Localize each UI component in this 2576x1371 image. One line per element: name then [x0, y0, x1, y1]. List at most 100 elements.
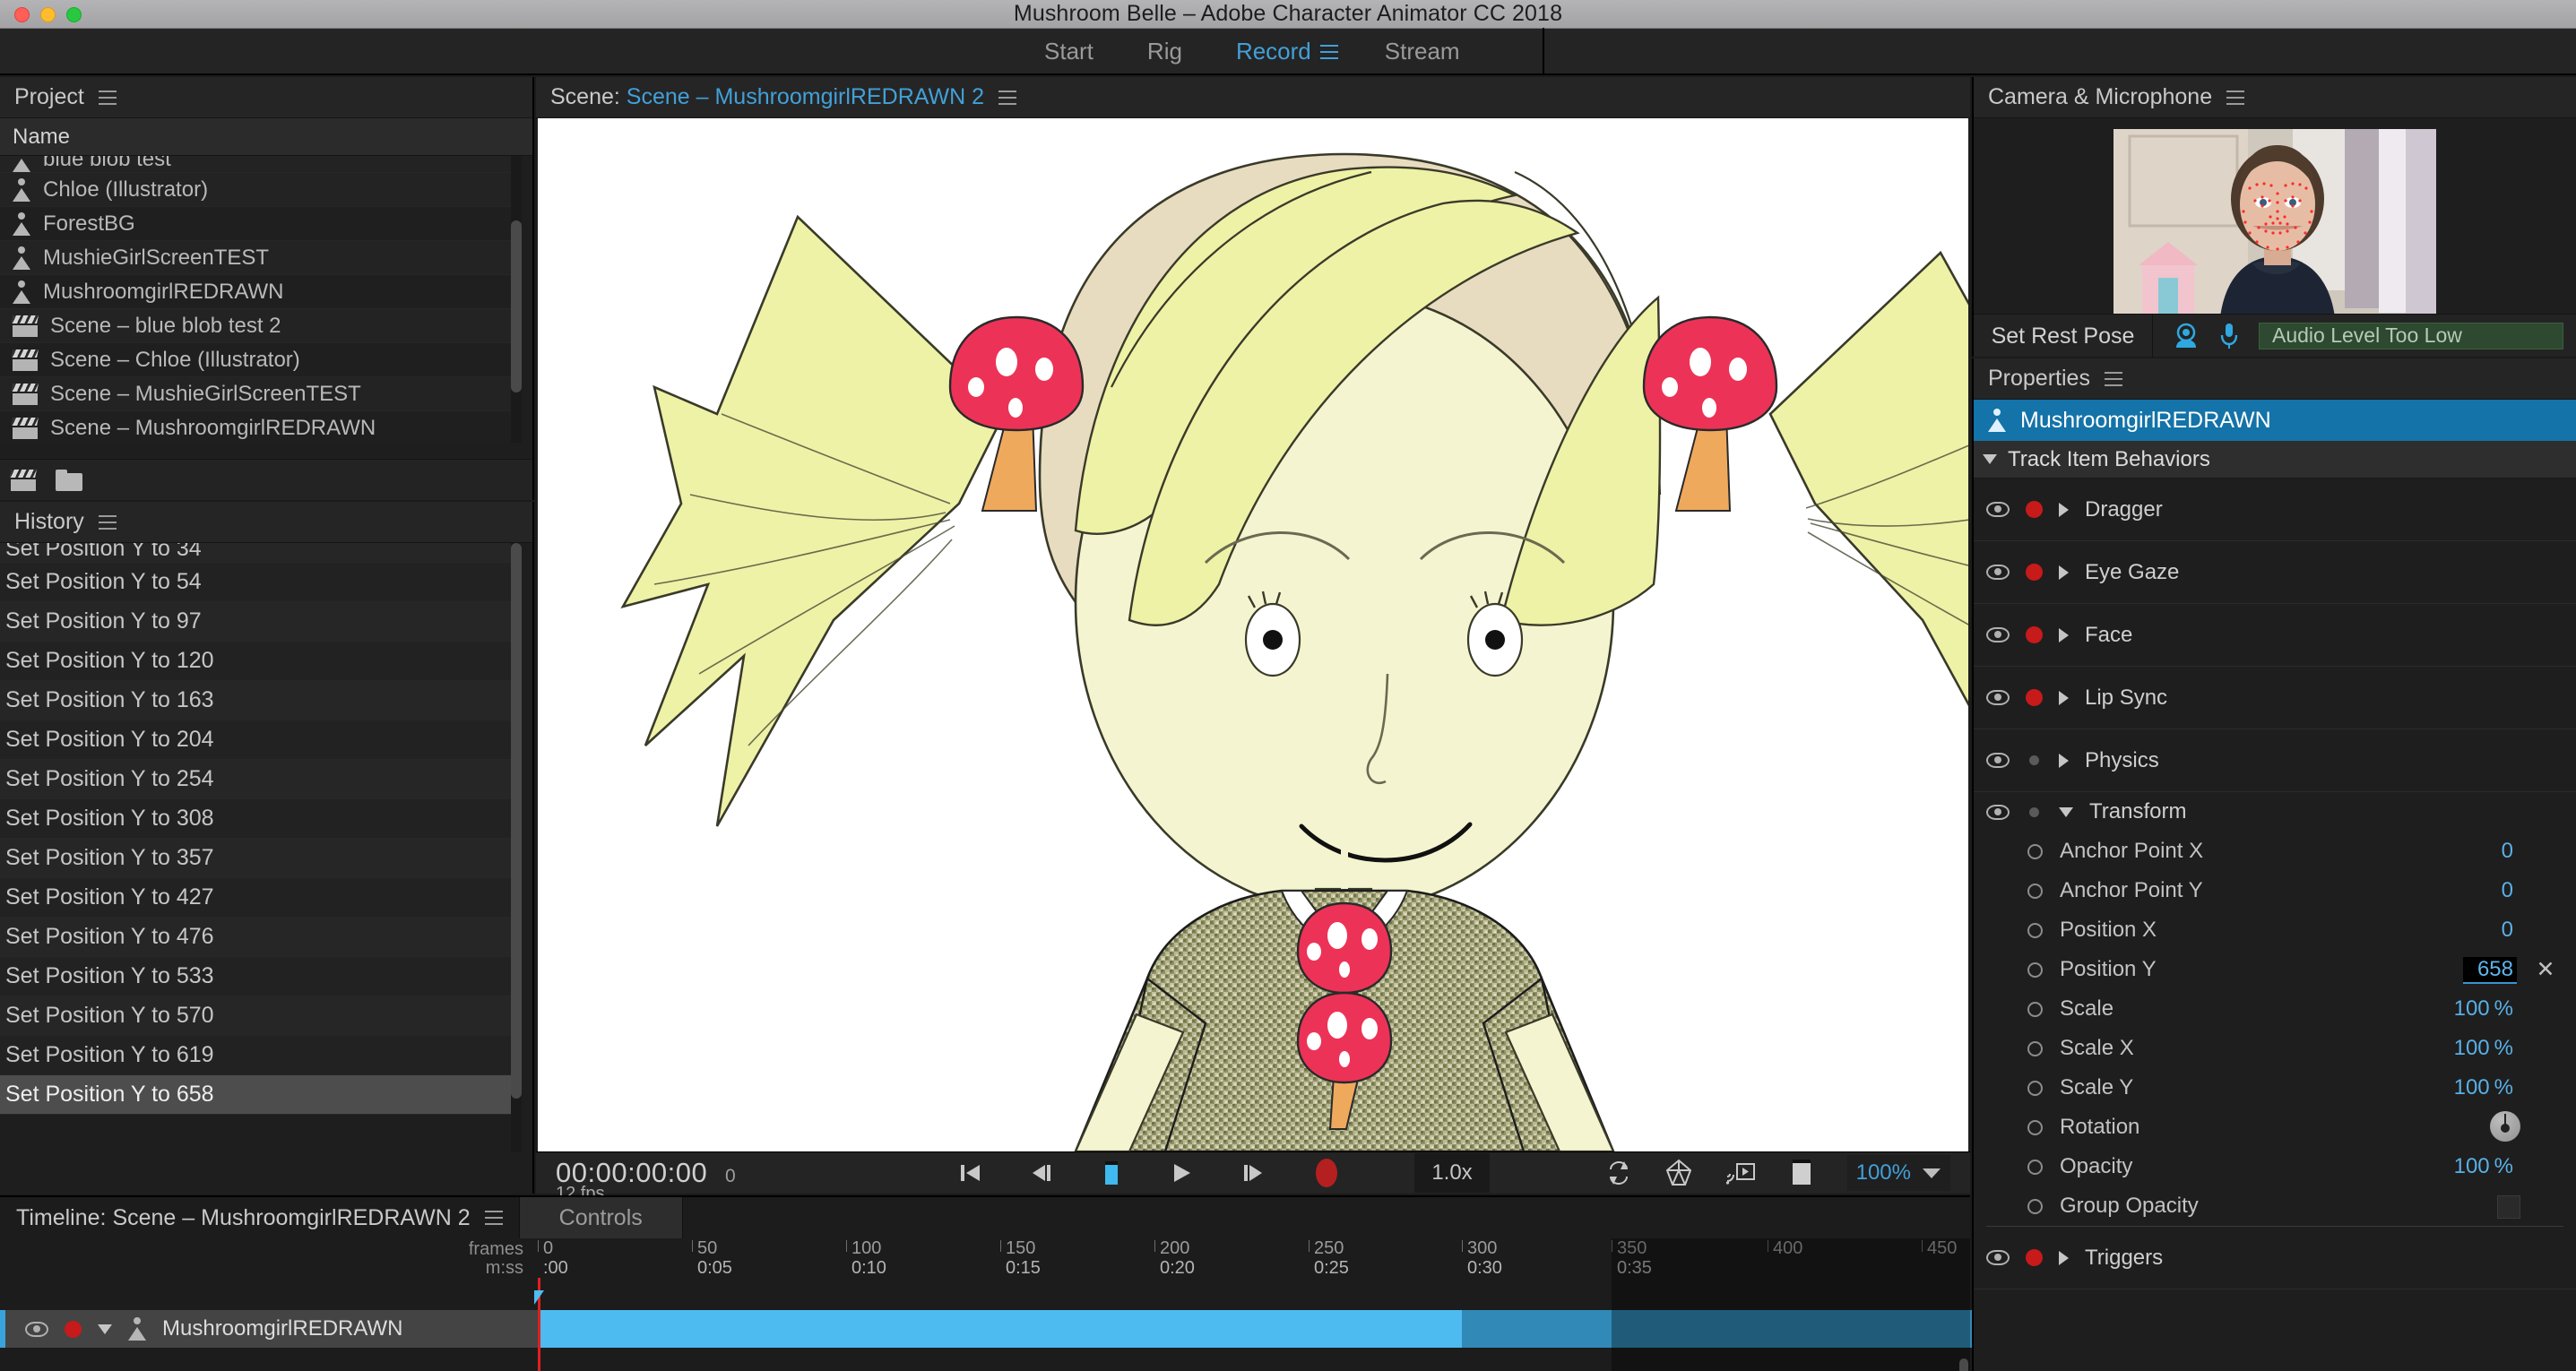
keyframe-toggle-icon[interactable] — [2027, 923, 2043, 938]
triangle-right-icon[interactable] — [2059, 1251, 2069, 1265]
history-scrollbar[interactable] — [511, 543, 522, 1152]
list-item[interactable]: Set Position Y to 163 — [0, 681, 513, 720]
history-item-list[interactable]: Set Position Y to 34 Set Position Y to 5… — [0, 543, 513, 1152]
project-scrollbar[interactable] — [511, 156, 522, 443]
property-scale[interactable]: Scale 100% — [1974, 989, 2576, 1029]
list-item[interactable]: MushroomgirlREDRAWN — [0, 275, 513, 309]
list-item[interactable]: blue blob test — [0, 156, 513, 173]
record-dot-icon[interactable] — [2026, 1249, 2043, 1266]
behavior-row-lip-sync[interactable]: Lip Sync — [1974, 667, 2576, 729]
play-button[interactable] — [1169, 1160, 1194, 1186]
list-item[interactable]: Scene – Chloe (Illustrator) — [0, 343, 513, 377]
zoom-button[interactable] — [66, 7, 82, 22]
record-dot-icon[interactable] — [2026, 689, 2043, 706]
list-item[interactable]: Set Position Y to 476 — [0, 918, 513, 957]
behavior-row-physics[interactable]: Physics — [1974, 729, 2576, 792]
camera-preview[interactable] — [2114, 129, 2436, 326]
list-item[interactable]: Set Position Y to 570 — [0, 996, 513, 1036]
properties-menu-icon[interactable] — [2105, 372, 2122, 386]
eye-icon[interactable] — [1986, 627, 2010, 642]
triangle-down-icon[interactable] — [1983, 454, 1997, 464]
property-position-x[interactable]: Position X 0 — [1974, 910, 2576, 950]
timeline-menu-icon[interactable] — [485, 1211, 503, 1225]
project-menu-icon[interactable] — [99, 91, 117, 105]
keyframe-toggle-icon[interactable] — [2027, 844, 2043, 859]
list-item[interactable]: Chloe (Illustrator) — [0, 173, 513, 207]
triangle-right-icon[interactable] — [2059, 691, 2069, 705]
selected-puppet-row[interactable]: MushroomgirlREDRAWN — [1974, 400, 2576, 441]
camera-menu-icon[interactable] — [2226, 91, 2244, 105]
webcam-icon[interactable] — [2173, 323, 2200, 349]
history-menu-icon[interactable] — [99, 515, 117, 530]
list-item[interactable]: Set Position Y to 619 — [0, 1036, 513, 1075]
property-anchor-point-x[interactable]: Anchor Point X 0 — [1974, 832, 2576, 871]
property-value[interactable]: 100% — [2454, 996, 2513, 1022]
new-folder-icon[interactable] — [56, 470, 82, 491]
eye-icon[interactable] — [1986, 690, 2010, 705]
tab-controls[interactable]: Controls — [519, 1197, 683, 1238]
go-to-start-button[interactable] — [957, 1160, 982, 1186]
tab-record[interactable]: Record — [1209, 38, 1317, 65]
property-scale-y[interactable]: Scale Y 100% — [1974, 1068, 2576, 1108]
rotation-dial[interactable] — [2490, 1111, 2520, 1142]
tab-stream[interactable]: Stream — [1358, 38, 1487, 65]
stop-button[interactable] — [1101, 1160, 1122, 1186]
behavior-row-face[interactable]: Face — [1974, 604, 2576, 667]
timeline-track-header[interactable]: MushroomgirlREDRAWN — [0, 1310, 538, 1348]
triangle-right-icon[interactable] — [2059, 565, 2069, 580]
list-item[interactable]: ForestBG — [0, 207, 513, 241]
project-item-list[interactable]: blue blob test Chloe (Illustrator) Fores… — [0, 156, 513, 443]
timeline-scrollbar[interactable] — [1959, 1358, 1968, 1369]
eye-icon[interactable] — [1986, 1250, 2010, 1265]
minimize-button[interactable] — [40, 7, 56, 22]
behavior-row-transform[interactable]: Transform — [1974, 792, 2576, 832]
list-item[interactable]: Set Position Y to 34 — [0, 543, 513, 563]
playback-speed-button[interactable]: 1.0x — [1414, 1153, 1490, 1193]
list-item[interactable]: Set Position Y to 308 — [0, 799, 513, 839]
scene-stage[interactable] — [538, 118, 1968, 1151]
record-dot-icon[interactable] — [65, 1321, 82, 1338]
keyframe-toggle-icon[interactable] — [2027, 1160, 2043, 1175]
property-value[interactable]: 0 — [2502, 878, 2513, 903]
tab-start[interactable]: Start — [1017, 38, 1120, 65]
property-value[interactable]: 100% — [2454, 1154, 2513, 1179]
list-item[interactable]: Set Position Y to 357 — [0, 839, 513, 878]
list-item[interactable]: Set Position Y to 120 — [0, 642, 513, 681]
background-square-icon[interactable] — [1788, 1159, 1815, 1187]
zoom-control[interactable]: 100% — [1847, 1155, 1950, 1191]
behavior-row-eye-gaze[interactable]: Eye Gaze — [1974, 541, 2576, 604]
record-dot-icon[interactable] — [2026, 626, 2043, 643]
keyframe-toggle-icon[interactable] — [2027, 962, 2043, 978]
record-dot-icon[interactable] — [2026, 501, 2043, 518]
list-item[interactable]: MushieGirlScreenTEST — [0, 241, 513, 275]
record-dot-icon[interactable] — [2029, 807, 2039, 817]
eye-icon[interactable] — [1986, 565, 2010, 580]
close-icon[interactable]: ✕ — [2535, 959, 2556, 980]
property-value[interactable]: 100% — [2454, 1075, 2513, 1100]
keyframe-toggle-icon[interactable] — [2027, 1002, 2043, 1017]
keyframe-toggle-icon[interactable] — [2027, 1120, 2043, 1135]
triangle-down-icon[interactable] — [98, 1324, 112, 1334]
list-item[interactable]: Set Position Y to 54 — [0, 563, 513, 602]
step-forward-button[interactable] — [1240, 1160, 1266, 1186]
loop-icon[interactable] — [1605, 1160, 1632, 1186]
timeline-clip-bar[interactable] — [538, 1310, 1462, 1348]
property-value[interactable]: 0 — [2502, 839, 2513, 864]
close-button[interactable] — [14, 7, 30, 22]
property-value[interactable]: 0 — [2502, 918, 2513, 943]
eye-icon[interactable] — [1986, 502, 2010, 517]
list-item[interactable]: Set Position Y to 427 — [0, 878, 513, 918]
keyframe-toggle-icon[interactable] — [2027, 1081, 2043, 1096]
list-item[interactable]: Scene – MushieGirlScreenTEST — [0, 377, 513, 411]
eye-icon[interactable] — [1986, 805, 2010, 820]
triangle-down-icon[interactable] — [2059, 807, 2073, 817]
behavior-row-dragger[interactable]: Dragger — [1974, 479, 2576, 541]
keyframe-toggle-icon[interactable] — [2027, 1199, 2043, 1214]
list-item[interactable]: Set Position Y to 204 — [0, 720, 513, 760]
zoom-level[interactable]: 100% — [1856, 1160, 1911, 1186]
eye-icon[interactable] — [25, 1322, 48, 1337]
record-dot-icon[interactable] — [2029, 755, 2039, 765]
list-item[interactable]: Set Position Y to 254 — [0, 760, 513, 799]
group-opacity-swatch[interactable] — [2497, 1195, 2520, 1219]
record-dot-icon[interactable] — [2026, 564, 2043, 581]
